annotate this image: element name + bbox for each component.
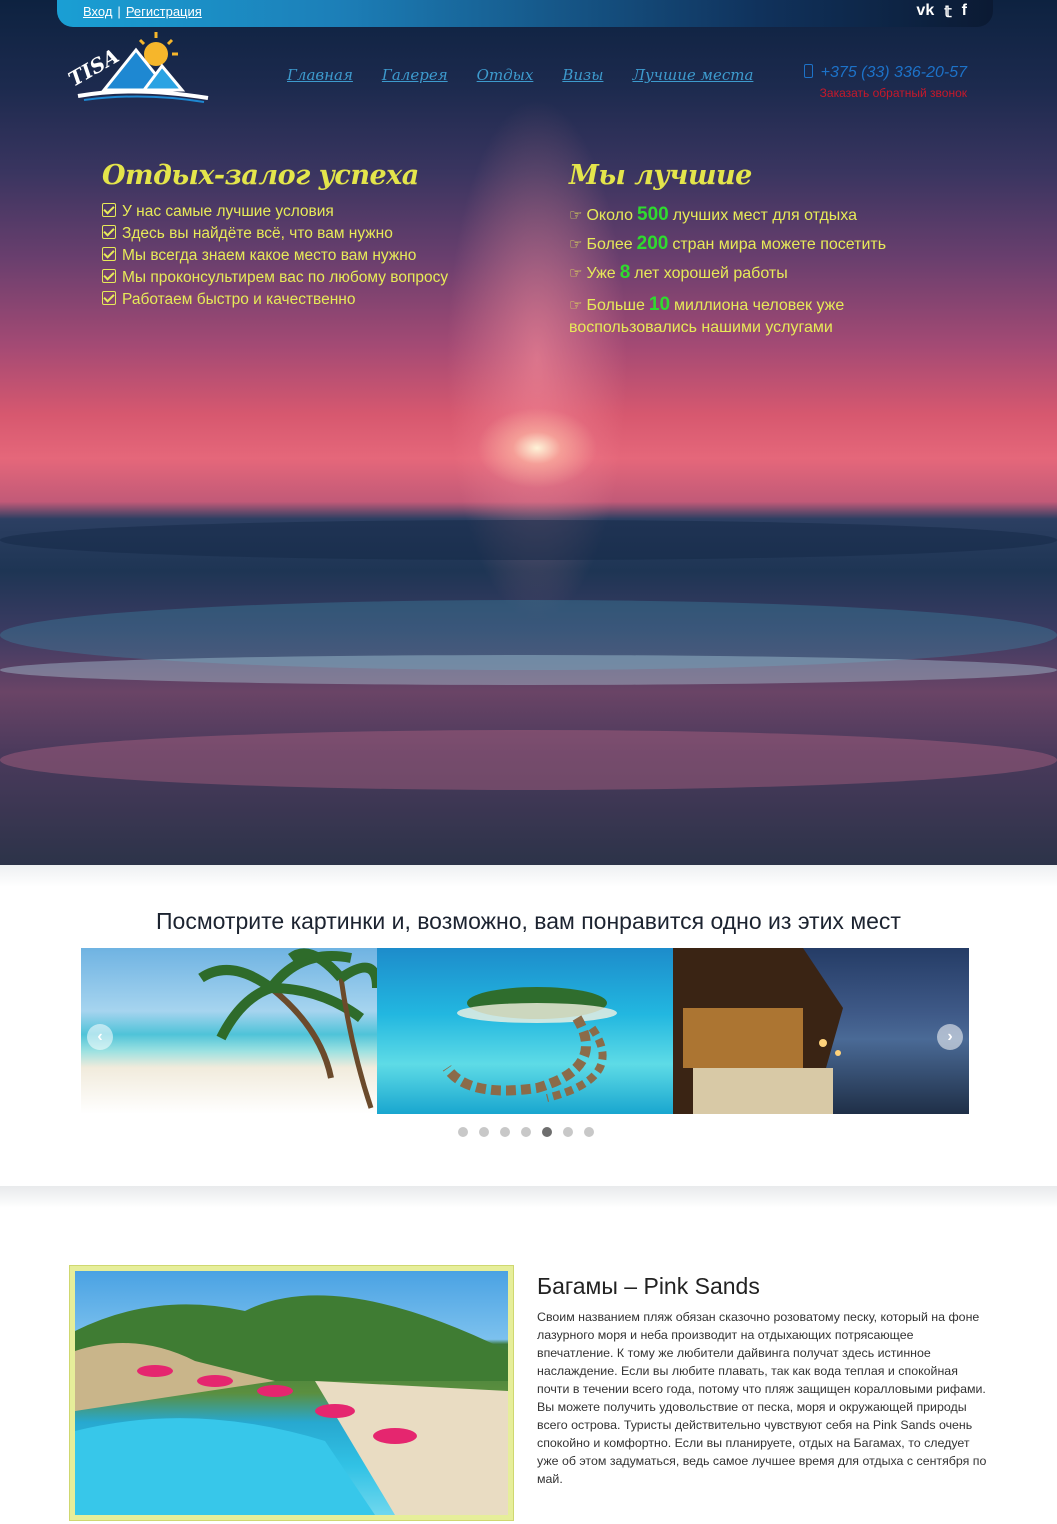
article-photo — [75, 1271, 508, 1515]
carousel-dot[interactable] — [500, 1127, 510, 1137]
resort-icon — [673, 948, 843, 1114]
register-link[interactable]: Регистрация — [126, 4, 202, 19]
stat-prefix: Больше — [586, 297, 645, 314]
main-nav: Главная Галерея Отдых Визы Лучшие места — [287, 66, 753, 84]
benefits-title: Отдых-залог успеха — [102, 160, 419, 191]
island-icon — [442, 987, 617, 1102]
section-divider — [0, 1186, 1057, 1208]
hand-pointer-icon: ☞ — [569, 265, 583, 282]
image-carousel[interactable] — [81, 948, 969, 1114]
stat-number: 200 — [636, 233, 669, 254]
list-item-text: Работаем быстро и качественно — [122, 291, 356, 308]
top-bar: Вход | Регистрация vk 𝕥 f — [57, 0, 993, 27]
carousel-dot[interactable] — [563, 1127, 573, 1137]
stat-prefix: Более — [586, 236, 633, 253]
stats-column: Мы лучшие ☞ Около 500 лучших мест для отдых… — [569, 160, 919, 339]
stats-list: ☞ Около 500 лучших мест для отдыха ☞ Более 20… — [569, 201, 919, 339]
list-item: Здесь вы найдёте всё, что вам нужно — [102, 223, 448, 245]
stat-number: 10 — [648, 294, 671, 315]
carousel-dot[interactable] — [479, 1127, 489, 1137]
logo[interactable]: TISA — [64, 28, 214, 103]
callback-link[interactable]: Заказать обратный звонок — [804, 86, 967, 100]
checkbox-check-icon — [102, 247, 116, 261]
list-item: Мы проконсультирем вас по любому вопросу — [102, 267, 448, 289]
article-image-frame — [69, 1265, 514, 1521]
stat-prefix: Около — [586, 207, 634, 224]
sea-wave — [0, 520, 1057, 560]
checkbox-check-icon — [102, 291, 116, 305]
stats-title: Мы лучшие — [569, 160, 752, 191]
stat-number: 8 — [619, 262, 631, 283]
sea-wave — [0, 730, 1057, 790]
vk-icon[interactable]: vk — [916, 2, 934, 22]
auth-separator: | — [117, 4, 121, 19]
benefits-list: У нас самые лучшие условия Здесь вы найд… — [102, 201, 448, 311]
section-divider — [0, 865, 1057, 887]
list-item-text: У нас самые лучшие условия — [122, 203, 334, 220]
list-item: ☞ Уже 8 лет хорошей работы — [569, 259, 919, 288]
list-item-text: Мы всегда знаем какое место вам нужно — [122, 247, 417, 264]
carousel-dots — [458, 1127, 594, 1137]
auth-links: Вход | Регистрация — [83, 4, 202, 19]
stat-suffix: лучших мест для отдыха — [672, 207, 857, 224]
nav-item-visas[interactable]: Визы — [562, 66, 603, 84]
stat-suffix: лет хорошей работы — [634, 265, 788, 282]
hand-pointer-icon: ☞ — [569, 207, 583, 224]
login-link[interactable]: Вход — [83, 4, 112, 19]
list-item: ☞ Больше 10 миллиона человек уже воспользов… — [569, 294, 919, 339]
list-item-text: Здесь вы найдёте всё, что вам нужно — [122, 225, 393, 242]
contact-block: +375 (33) 336-20-57 Заказать обратный зв… — [803, 64, 967, 100]
hand-pointer-icon: ☞ — [569, 236, 583, 253]
carousel-dot[interactable] — [458, 1127, 468, 1137]
carousel-next-button[interactable]: › — [937, 1024, 963, 1050]
slide-island-bungalows[interactable] — [377, 948, 673, 1114]
list-item: ☞ Более 200 стран мира можете посетить — [569, 230, 919, 259]
list-item: ☞ Около 500 лучших мест для отдыха — [569, 201, 919, 230]
carousel-dot[interactable] — [521, 1127, 531, 1137]
checkbox-check-icon — [102, 225, 116, 239]
palm-tree-icon — [198, 948, 377, 1109]
resort-pool-icon — [75, 1295, 508, 1515]
slide-night-resort[interactable] — [673, 948, 969, 1114]
list-item: Мы всегда знаем какое место вам нужно — [102, 245, 448, 267]
hero-banner: Вход | Регистрация vk 𝕥 f TISA Главная Гал… — [0, 0, 1057, 865]
gallery-title: Посмотрите картинки и, возможно, вам пон… — [156, 908, 901, 934]
nav-item-home[interactable]: Главная — [287, 66, 353, 84]
facebook-icon[interactable]: f — [962, 2, 967, 22]
stat-prefix: Уже — [586, 265, 616, 282]
carousel-prev-button[interactable]: ‹ — [87, 1024, 113, 1050]
phone-number[interactable]: +375 (33) 336-20-57 — [803, 64, 967, 82]
benefits-column: Отдых-залог успеха У нас самые лучшие ус… — [102, 160, 448, 311]
carousel-dot[interactable] — [542, 1127, 552, 1137]
article-text: Своим названием пляж обязан сказочно роз… — [537, 1310, 987, 1486]
nav-item-rest[interactable]: Отдых — [477, 66, 534, 84]
stat-number: 500 — [637, 204, 669, 225]
hand-pointer-icon: ☞ — [569, 297, 583, 314]
checkbox-check-icon — [102, 203, 116, 217]
carousel-dot[interactable] — [584, 1127, 594, 1137]
mobile-phone-icon — [803, 64, 813, 78]
stat-suffix: стран мира можете посетить — [672, 236, 887, 253]
list-item: У нас самые лучшие условия — [102, 201, 448, 223]
sea-wave — [0, 655, 1057, 685]
nav-item-best-places[interactable]: Лучшие места — [632, 66, 753, 84]
phone-text: +375 (33) 336-20-57 — [820, 64, 967, 81]
slide-beach-palms[interactable] — [81, 948, 377, 1114]
list-item-text: Мы проконсультирем вас по любому вопросу — [122, 269, 449, 286]
checkbox-check-icon — [102, 269, 116, 283]
article-title: Багамы – Pink Sands — [537, 1273, 760, 1299]
twitter-icon[interactable]: 𝕥 — [944, 2, 951, 22]
nav-item-gallery[interactable]: Галерея — [382, 66, 448, 84]
list-item: Работаем быстро и качественно — [102, 289, 448, 311]
social-links: vk 𝕥 f — [916, 2, 967, 22]
